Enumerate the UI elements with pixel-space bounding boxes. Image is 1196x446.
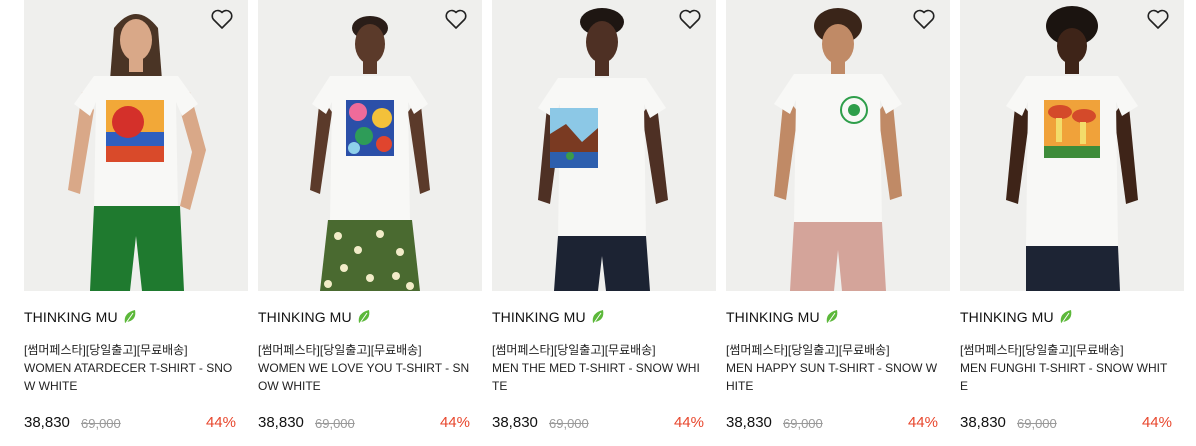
brand-name[interactable]: THINKING MU	[492, 309, 586, 325]
product-image[interactable]	[492, 0, 716, 291]
product-card[interactable]: THINKING MU [썸머페스타][당일출고][무료배송] MEN THE …	[492, 0, 716, 446]
product-grid: THINKING MU [썸머페스타][당일출고][무료배송] WOMEN AT…	[0, 0, 1196, 446]
product-name[interactable]: [썸머페스타][당일출고][무료배송] WOMEN WE LOVE YOU T-…	[258, 341, 470, 395]
product-image[interactable]	[960, 0, 1184, 291]
brand-name[interactable]: THINKING MU	[258, 309, 352, 325]
product-card[interactable]: THINKING MU [썸머페스타][당일출고][무료배송] MEN HAPP…	[726, 0, 950, 446]
sale-price: 38,830	[24, 414, 70, 431]
price-row: 38,830 69,000 44%	[960, 414, 1172, 434]
brand-name[interactable]: THINKING MU	[24, 309, 118, 325]
product-title: MEN FUNGHI T-SHIRT - SNOW WHITE	[960, 361, 1168, 393]
discount-badge: 44%	[907, 414, 938, 431]
heart-outline-icon[interactable]	[678, 8, 702, 30]
original-price: 69,000	[81, 416, 121, 431]
sale-price: 38,830	[258, 414, 304, 431]
brand-row: THINKING MU	[492, 306, 605, 328]
price-row: 38,830 69,000 44%	[492, 414, 704, 434]
promo-tag: [썸머페스타][당일출고][무료배송]	[960, 343, 1124, 357]
heart-outline-icon[interactable]	[1146, 8, 1170, 30]
discount-badge: 44%	[1141, 414, 1172, 431]
brand-row: THINKING MU	[258, 306, 371, 328]
product-title: MEN HAPPY SUN T-SHIRT - SNOW WHITE	[726, 361, 938, 393]
leaf-icon	[1060, 310, 1071, 324]
brand-row: THINKING MU	[726, 306, 839, 328]
product-title: MEN THE MED T-SHIRT - SNOW WHITE	[492, 361, 700, 393]
brand-row: THINKING MU	[960, 306, 1073, 328]
sale-price: 38,830	[960, 414, 1006, 431]
price-row: 38,830 69,000 44%	[726, 414, 938, 434]
product-title: WOMEN WE LOVE YOU T-SHIRT - SNOW WHITE	[258, 361, 470, 393]
promo-tag: [썸머페스타][당일출고][무료배송]	[258, 343, 422, 357]
product-card[interactable]: THINKING MU [썸머페스타][당일출고][무료배송] WOMEN WE…	[258, 0, 482, 446]
discount-badge: 44%	[673, 414, 704, 431]
price-row: 38,830 69,000 44%	[258, 414, 470, 434]
promo-tag: [썸머페스타][당일출고][무료배송]	[726, 343, 890, 357]
brand-row: THINKING MU	[24, 306, 137, 328]
brand-name[interactable]: THINKING MU	[960, 309, 1054, 325]
discount-badge: 44%	[205, 414, 236, 431]
heart-outline-icon[interactable]	[210, 8, 234, 30]
discount-badge: 44%	[439, 414, 470, 431]
leaf-icon	[592, 310, 603, 324]
original-price: 69,000	[549, 416, 589, 431]
promo-tag: [썸머페스타][당일출고][무료배송]	[492, 343, 656, 357]
original-price: 69,000	[1017, 416, 1057, 431]
brand-name[interactable]: THINKING MU	[726, 309, 820, 325]
leaf-icon	[358, 310, 369, 324]
product-card[interactable]: THINKING MU [썸머페스타][당일출고][무료배송] WOMEN AT…	[24, 0, 248, 446]
product-image[interactable]	[726, 0, 950, 291]
price-row: 38,830 69,000 44%	[24, 414, 236, 434]
heart-outline-icon[interactable]	[444, 8, 468, 30]
leaf-icon	[826, 310, 837, 324]
product-image[interactable]	[24, 0, 248, 291]
product-name[interactable]: [썸머페스타][당일출고][무료배송] MEN HAPPY SUN T-SHIR…	[726, 341, 938, 395]
product-image[interactable]	[258, 0, 482, 291]
sale-price: 38,830	[726, 414, 772, 431]
product-name[interactable]: [썸머페스타][당일출고][무료배송] WOMEN ATARDECER T-SH…	[24, 341, 236, 395]
sale-price: 38,830	[492, 414, 538, 431]
product-name[interactable]: [썸머페스타][당일출고][무료배송] MEN THE MED T-SHIRT …	[492, 341, 704, 395]
product-name[interactable]: [썸머페스타][당일출고][무료배송] MEN FUNGHI T-SHIRT -…	[960, 341, 1172, 395]
promo-tag: [썸머페스타][당일출고][무료배송]	[24, 343, 188, 357]
leaf-icon	[124, 310, 135, 324]
original-price: 69,000	[783, 416, 823, 431]
heart-outline-icon[interactable]	[912, 8, 936, 30]
original-price: 69,000	[315, 416, 355, 431]
product-title: WOMEN ATARDECER T-SHIRT - SNOW WHITE	[24, 361, 233, 393]
product-card[interactable]: THINKING MU [썸머페스타][당일출고][무료배송] MEN FUNG…	[960, 0, 1184, 446]
